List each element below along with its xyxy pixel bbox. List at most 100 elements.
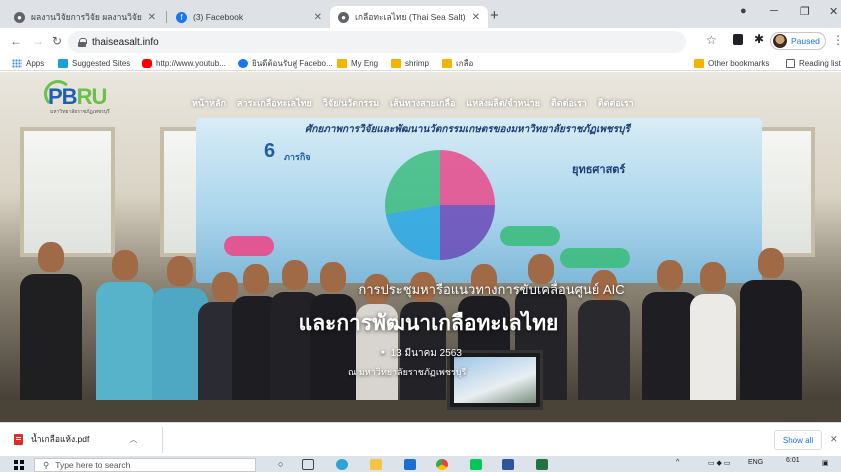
facebook-icon <box>238 59 248 68</box>
tab-title: เกลือทะเลไทย (Thai Sea Salt) <box>355 12 466 22</box>
word-icon[interactable] <box>502 459 514 470</box>
close-tab-icon[interactable]: ✕ <box>314 12 322 23</box>
nav-contact-2[interactable]: ติดต่อเรา <box>598 96 634 110</box>
bookmark-apps[interactable]: Apps <box>12 57 44 70</box>
banner-title: ศักยภาพการวิจัยและพัฒนานวัตกรรมเกษตรของม… <box>305 124 630 135</box>
reload-button[interactable]: ↻ <box>52 34 62 48</box>
bookmark-label: shrimp <box>405 59 430 68</box>
bookmark-label: ยินดีต้อนรับสู่ Facebo... <box>252 59 333 68</box>
minimize-button[interactable]: ─ <box>770 5 778 17</box>
language-indicator[interactable]: ENG <box>748 459 763 466</box>
nav-salt-info[interactable]: สาระเกลือทะเลไทย <box>237 96 312 110</box>
close-tab-icon[interactable]: ✕ <box>472 12 480 23</box>
address-bar[interactable]: thaiseasalt.info <box>68 31 686 53</box>
hero-subtitle: การประชุมหารือแนวทางการขับเคลื่อนศูนย์ A… <box>358 282 625 297</box>
tray-chevron-icon[interactable]: ^ <box>676 459 679 466</box>
pdf-file-icon <box>14 433 23 445</box>
nav-contact[interactable]: ติดต่อเรา <box>551 96 587 110</box>
extensions-puzzle-icon[interactable]: ✱ <box>754 32 764 46</box>
new-tab-button[interactable]: + <box>490 7 499 24</box>
tab-title: ผลงานวิจัยการวิจัย ผลงานวิจัยและนวัตกรรม… <box>31 12 142 22</box>
bookmark-facebook[interactable]: ยินดีต้อนรับสู่ Facebo... <box>238 57 333 70</box>
url-text[interactable]: thaiseasalt.info <box>92 37 159 48</box>
clock[interactable]: 6:01 <box>786 457 800 464</box>
menu-kebab-icon[interactable]: ⋮ <box>832 33 841 47</box>
lock-icon[interactable] <box>78 37 87 47</box>
bookmark-folder-my-eng[interactable]: My Eng <box>337 57 378 70</box>
line-icon[interactable] <box>470 459 482 470</box>
nav-research[interactable]: วิจัย/นวัตกรรม <box>323 96 379 110</box>
folder-icon <box>391 59 401 68</box>
logo-subtitle: มหาวิทยาลัยราชภัฏเพชรบุรี <box>50 109 110 115</box>
window-close-button[interactable]: ✕ <box>829 5 838 18</box>
chrome-icon[interactable] <box>436 459 448 470</box>
restore-button[interactable]: ❐ <box>800 5 810 18</box>
search-placeholder: Type here to search <box>55 460 131 470</box>
tab-separator <box>166 11 167 23</box>
tab-facebook[interactable]: f (3) Facebook ✕ <box>168 6 330 28</box>
task-view-icon[interactable] <box>302 459 314 470</box>
folder-icon <box>694 59 704 68</box>
excel-icon[interactable] <box>536 459 548 470</box>
tab-research[interactable]: ● ผลงานวิจัยการวิจัย ผลงานวิจัยและนวัตกร… <box>6 6 164 28</box>
file-explorer-icon[interactable] <box>370 459 382 470</box>
profile-status: Paused <box>791 36 820 46</box>
tab-search-icon[interactable]: ● <box>740 5 747 17</box>
search-icon: ⚲ <box>43 459 50 470</box>
hero-date: 13 มีนาคม 2563 <box>381 346 462 361</box>
bookmark-label: เกลือ <box>456 59 474 68</box>
globe-icon: ● <box>338 11 349 23</box>
avatar <box>773 34 787 48</box>
site-logo[interactable]: PBRU มหาวิทยาลัยราชภัฏเพชรบุรี <box>48 84 110 115</box>
bookmark-suggested-sites[interactable]: Suggested Sites <box>58 57 130 70</box>
banner-number: 6 <box>264 140 276 162</box>
edge-icon[interactable] <box>336 459 348 470</box>
chevron-up-icon[interactable]: ︿ <box>129 434 137 445</box>
bookmark-label: Other bookmarks <box>708 59 770 68</box>
banner-number-label: ภารกิจ <box>284 152 311 162</box>
banner-strategy-label: ยุทธศาสตร์ <box>572 164 626 176</box>
youtube-icon <box>142 59 152 68</box>
tab-strip: ● ผลงานวิจัยการวิจัย ผลงานวิจัยและนวัตกร… <box>0 0 841 28</box>
site-nav: หน้าหลัก สาระเกลือทะเลไทย วิจัย/นวัตกรรม… <box>192 96 634 110</box>
bookmark-other[interactable]: Other bookmarks <box>694 57 769 70</box>
apps-grid-icon <box>12 59 22 68</box>
hero-title: และการพัฒนาเกลือทะเลไทย <box>298 312 559 335</box>
cortana-icon[interactable]: ○ <box>278 459 290 470</box>
forward-button[interactable]: → <box>32 34 44 48</box>
extension-icon[interactable] <box>733 34 743 45</box>
divider <box>162 427 163 453</box>
tray-icons[interactable]: ▭ ◆ ▭ <box>708 459 731 467</box>
bookmarks-bar: Apps Suggested Sites http://www.youtub..… <box>0 56 841 71</box>
windows-start-icon[interactable] <box>14 460 24 470</box>
nav-producers[interactable]: แหล่งผลิต/จำหน่าย <box>466 96 540 110</box>
bookmark-folder-salt[interactable]: เกลือ <box>442 57 473 70</box>
bookmark-label: My Eng <box>351 59 379 68</box>
taskbar-search-box[interactable]: ⚲ Type here to search <box>34 458 256 472</box>
bookmark-youtube[interactable]: http://www.youtub... <box>142 57 226 70</box>
taskbar: ⚲ Type here to search ○ ^ ▭ ◆ ▭ ENG 6:01… <box>0 456 841 472</box>
facebook-icon: f <box>176 11 187 23</box>
download-bar: น้ำเกลือแห้ง.pdf ︿ Show all ✕ <box>0 422 841 456</box>
profile-button[interactable]: Paused <box>770 32 826 50</box>
nav-home[interactable]: หน้าหลัก <box>192 96 226 110</box>
nav-salt-route[interactable]: เส้นทางสายเกลือ <box>390 96 455 110</box>
reading-list-icon <box>786 59 795 68</box>
close-tab-icon[interactable]: ✕ <box>148 12 156 23</box>
download-item[interactable]: น้ำเกลือแห้ง.pdf ︿ <box>14 432 137 446</box>
close-download-bar-icon[interactable]: ✕ <box>830 434 838 445</box>
bookmark-label: Reading list <box>799 59 841 68</box>
bookmark-label: http://www.youtub... <box>156 59 226 68</box>
tab-thai-sea-salt[interactable]: ● เกลือทะเลไทย (Thai Sea Salt) ✕ <box>330 6 488 28</box>
back-button[interactable]: ← <box>10 34 22 48</box>
globe-icon: ● <box>14 11 25 23</box>
reading-list[interactable]: Reading list <box>786 57 841 70</box>
suggested-sites-icon <box>58 59 68 68</box>
notification-icon[interactable]: ▣ <box>822 459 829 467</box>
download-file-name[interactable]: น้ำเกลือแห้ง.pdf <box>31 432 89 446</box>
show-all-button[interactable]: Show all <box>774 430 822 450</box>
bookmark-folder-shrimp[interactable]: shrimp <box>391 57 429 70</box>
logo-text-pb: PB <box>48 84 78 109</box>
bookmark-star-icon[interactable]: ☆ <box>706 33 717 47</box>
store-icon[interactable] <box>404 459 416 470</box>
